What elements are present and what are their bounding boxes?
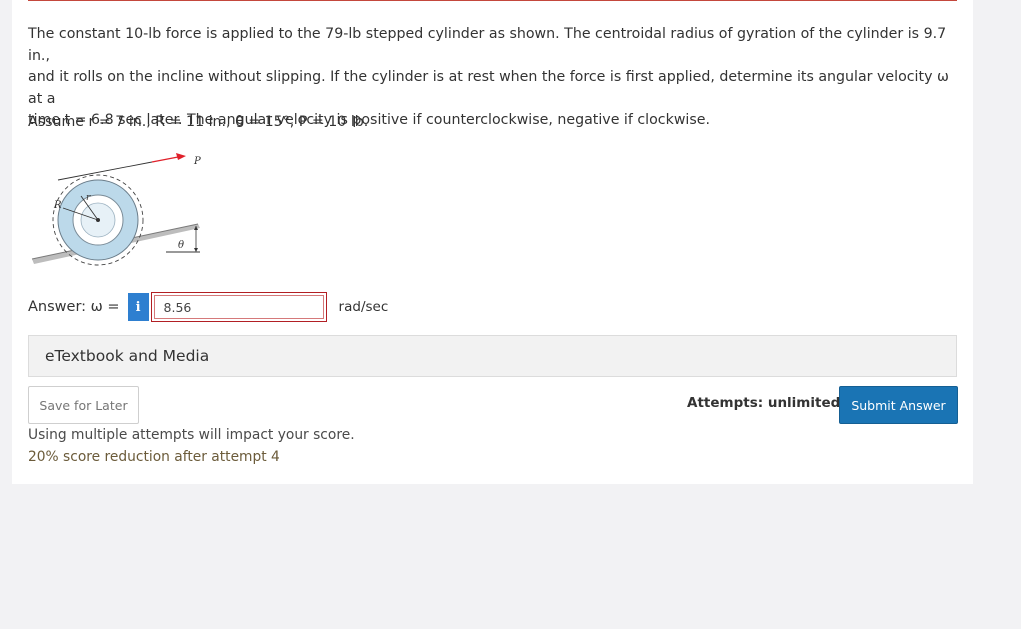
answer-row: Answer: ω = i rad/sec	[28, 292, 388, 322]
info-icon[interactable]: i	[127, 293, 149, 321]
save-for-later-button[interactable]: Save for Later	[28, 386, 139, 424]
etextbook-media-panel[interactable]: eTextbook and Media	[28, 335, 957, 377]
etextbook-label: eTextbook and Media	[45, 347, 210, 365]
attempts-label: Attempts: unlimited	[687, 395, 841, 411]
answer-label: Answer: ω =	[28, 299, 120, 315]
answer-input-wrapper	[150, 292, 327, 322]
attempts-warning: Using multiple attempts will impact your…	[28, 427, 355, 443]
cord-line	[57, 161, 153, 181]
card-top-border	[28, 0, 957, 1]
R-label: R	[53, 200, 62, 211]
answer-unit: rad/sec	[338, 299, 389, 315]
problem-line-2: and it rolls on the incline without slip…	[28, 69, 949, 107]
assumptions: Assume r = 7 in., R = 11 in., θ = 15°, P…	[28, 114, 369, 130]
answer-input[interactable]	[153, 295, 324, 319]
problem-line-1: The constant 10-lb force is applied to t…	[28, 26, 947, 64]
P-label: P	[193, 156, 201, 167]
force-arrow	[151, 156, 179, 163]
r-label: r	[86, 193, 91, 203]
submit-answer-button[interactable]: Submit Answer	[839, 386, 958, 424]
force-arrowhead	[176, 153, 186, 160]
cylinder-diagram: θ r R P	[31, 153, 201, 266]
theta-label: θ	[178, 240, 184, 251]
score-reduction-note: 20% score reduction after attempt 4	[28, 449, 280, 465]
stepped-cylinder-figure: θ r R P	[28, 148, 218, 273]
